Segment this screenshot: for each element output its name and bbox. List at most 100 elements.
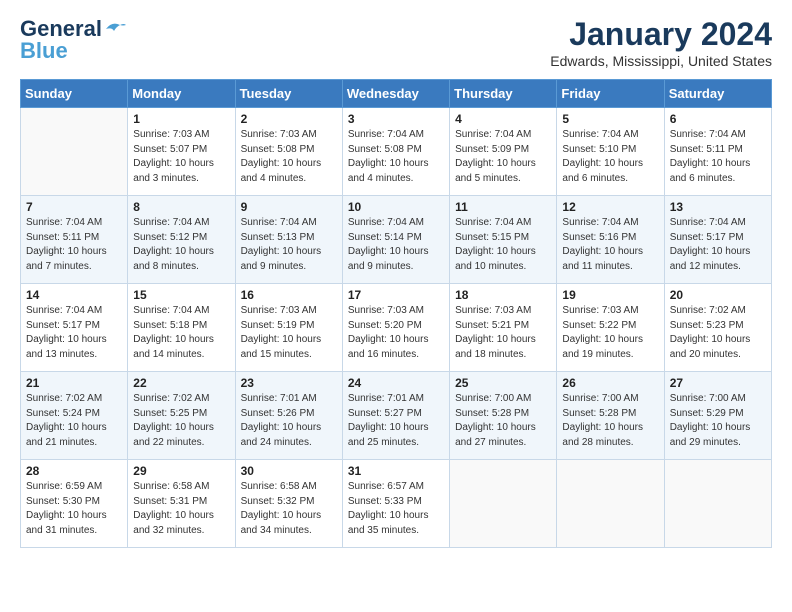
logo: General Blue [20, 16, 126, 64]
calendar-cell: 31 Sunrise: 6:57 AM Sunset: 5:33 PM Dayli… [342, 460, 449, 548]
day-number: 6 [670, 112, 766, 126]
day-info: Sunrise: 7:00 AM Sunset: 5:28 PM Dayligh… [455, 392, 551, 450]
bird-icon [104, 21, 126, 37]
logo-blue: Blue [20, 38, 68, 64]
day-info: Sunrise: 6:58 AM Sunset: 5:31 PM Dayligh… [133, 480, 229, 538]
day-info: Sunrise: 7:01 AM Sunset: 5:26 PM Dayligh… [241, 392, 337, 450]
page-header: General Blue January 2024 Edwards, Missi… [20, 16, 772, 69]
day-header-wednesday: Wednesday [342, 80, 449, 108]
week-row-3: 14 Sunrise: 7:04 AM Sunset: 5:17 PM Dayli… [21, 284, 772, 372]
calendar-cell: 8 Sunrise: 7:04 AM Sunset: 5:12 PM Daylig… [128, 196, 235, 284]
day-number: 14 [26, 288, 122, 302]
calendar-cell: 11 Sunrise: 7:04 AM Sunset: 5:15 PM Dayli… [450, 196, 557, 284]
calendar-cell: 23 Sunrise: 7:01 AM Sunset: 5:26 PM Dayli… [235, 372, 342, 460]
calendar-cell: 5 Sunrise: 7:04 AM Sunset: 5:10 PM Daylig… [557, 108, 664, 196]
day-info: Sunrise: 7:04 AM Sunset: 5:11 PM Dayligh… [26, 216, 122, 274]
calendar-cell: 27 Sunrise: 7:00 AM Sunset: 5:29 PM Dayli… [664, 372, 771, 460]
day-info: Sunrise: 7:04 AM Sunset: 5:13 PM Dayligh… [241, 216, 337, 274]
day-info: Sunrise: 7:02 AM Sunset: 5:23 PM Dayligh… [670, 304, 766, 362]
week-row-4: 21Sunrise: 7:02 AM Sunset: 5:24 PM Dayli… [21, 372, 772, 460]
calendar-title-area: January 2024 Edwards, Mississippi, Unite… [550, 16, 772, 69]
day-number: 16 [241, 288, 337, 302]
calendar-cell: 12Sunrise: 7:04 AM Sunset: 5:16 PM Dayli… [557, 196, 664, 284]
calendar-cell: 1Sunrise: 7:03 AM Sunset: 5:07 PM Daylig… [128, 108, 235, 196]
day-info: Sunrise: 7:01 AM Sunset: 5:27 PM Dayligh… [348, 392, 444, 450]
day-number: 11 [455, 200, 551, 214]
day-number: 9 [241, 200, 337, 214]
calendar-cell: 24 Sunrise: 7:01 AM Sunset: 5:27 PM Dayli… [342, 372, 449, 460]
day-info: Sunrise: 7:04 AM Sunset: 5:17 PM Dayligh… [26, 304, 122, 362]
calendar-cell: 16 Sunrise: 7:03 AM Sunset: 5:19 PM Dayli… [235, 284, 342, 372]
calendar-cell: 21Sunrise: 7:02 AM Sunset: 5:24 PM Dayli… [21, 372, 128, 460]
day-number: 27 [670, 376, 766, 390]
day-info: Sunrise: 7:04 AM Sunset: 5:08 PM Dayligh… [348, 128, 444, 186]
day-number: 25 [455, 376, 551, 390]
day-number: 1 [133, 112, 229, 126]
day-number: 5 [562, 112, 658, 126]
calendar-cell: 6Sunrise: 7:04 AM Sunset: 5:11 PM Daylig… [664, 108, 771, 196]
day-header-sunday: Sunday [21, 80, 128, 108]
calendar-cell [21, 108, 128, 196]
day-number: 20 [670, 288, 766, 302]
day-number: 22 [133, 376, 229, 390]
day-info: Sunrise: 7:03 AM Sunset: 5:20 PM Dayligh… [348, 304, 444, 362]
location: Edwards, Mississippi, United States [550, 53, 772, 69]
day-number: 13 [670, 200, 766, 214]
calendar-cell: 20 Sunrise: 7:02 AM Sunset: 5:23 PM Dayli… [664, 284, 771, 372]
day-header-friday: Friday [557, 80, 664, 108]
day-info: Sunrise: 7:04 AM Sunset: 5:15 PM Dayligh… [455, 216, 551, 274]
day-number: 29 [133, 464, 229, 478]
calendar-cell: 3Sunrise: 7:04 AM Sunset: 5:08 PM Daylig… [342, 108, 449, 196]
day-number: 2 [241, 112, 337, 126]
calendar-cell: 25 Sunrise: 7:00 AM Sunset: 5:28 PM Dayli… [450, 372, 557, 460]
calendar-cell: 30Sunrise: 6:58 AM Sunset: 5:32 PM Dayli… [235, 460, 342, 548]
header-row: SundayMondayTuesdayWednesdayThursdayFrid… [21, 80, 772, 108]
calendar-cell: 17 Sunrise: 7:03 AM Sunset: 5:20 PM Dayli… [342, 284, 449, 372]
day-info: Sunrise: 7:00 AM Sunset: 5:28 PM Dayligh… [562, 392, 658, 450]
calendar-cell [664, 460, 771, 548]
calendar-cell: 13 Sunrise: 7:04 AM Sunset: 5:17 PM Dayli… [664, 196, 771, 284]
day-info: Sunrise: 7:04 AM Sunset: 5:12 PM Dayligh… [133, 216, 229, 274]
day-number: 7 [26, 200, 122, 214]
day-number: 15 [133, 288, 229, 302]
day-info: Sunrise: 7:04 AM Sunset: 5:18 PM Dayligh… [133, 304, 229, 362]
calendar-cell: 18Sunrise: 7:03 AM Sunset: 5:21 PM Dayli… [450, 284, 557, 372]
week-row-2: 7 Sunrise: 7:04 AM Sunset: 5:11 PM Daylig… [21, 196, 772, 284]
day-info: Sunrise: 7:00 AM Sunset: 5:29 PM Dayligh… [670, 392, 766, 450]
calendar-table: SundayMondayTuesdayWednesdayThursdayFrid… [20, 79, 772, 548]
day-header-tuesday: Tuesday [235, 80, 342, 108]
calendar-cell: 10 Sunrise: 7:04 AM Sunset: 5:14 PM Dayli… [342, 196, 449, 284]
day-number: 23 [241, 376, 337, 390]
day-info: Sunrise: 7:04 AM Sunset: 5:10 PM Dayligh… [562, 128, 658, 186]
day-info: Sunrise: 7:02 AM Sunset: 5:25 PM Dayligh… [133, 392, 229, 450]
day-info: Sunrise: 7:03 AM Sunset: 5:21 PM Dayligh… [455, 304, 551, 362]
day-number: 8 [133, 200, 229, 214]
week-row-1: 1Sunrise: 7:03 AM Sunset: 5:07 PM Daylig… [21, 108, 772, 196]
day-header-thursday: Thursday [450, 80, 557, 108]
day-header-saturday: Saturday [664, 80, 771, 108]
day-number: 17 [348, 288, 444, 302]
day-info: Sunrise: 7:04 AM Sunset: 5:09 PM Dayligh… [455, 128, 551, 186]
week-row-5: 28Sunrise: 6:59 AM Sunset: 5:30 PM Dayli… [21, 460, 772, 548]
day-info: Sunrise: 7:04 AM Sunset: 5:14 PM Dayligh… [348, 216, 444, 274]
day-info: Sunrise: 6:57 AM Sunset: 5:33 PM Dayligh… [348, 480, 444, 538]
day-header-monday: Monday [128, 80, 235, 108]
calendar-cell [557, 460, 664, 548]
day-number: 19 [562, 288, 658, 302]
calendar-cell: 29 Sunrise: 6:58 AM Sunset: 5:31 PM Dayli… [128, 460, 235, 548]
day-info: Sunrise: 7:03 AM Sunset: 5:19 PM Dayligh… [241, 304, 337, 362]
month-title: January 2024 [550, 16, 772, 53]
calendar-cell: 7 Sunrise: 7:04 AM Sunset: 5:11 PM Daylig… [21, 196, 128, 284]
day-info: Sunrise: 7:04 AM Sunset: 5:17 PM Dayligh… [670, 216, 766, 274]
calendar-cell [450, 460, 557, 548]
day-info: Sunrise: 7:03 AM Sunset: 5:08 PM Dayligh… [241, 128, 337, 186]
day-number: 21 [26, 376, 122, 390]
day-number: 24 [348, 376, 444, 390]
day-number: 4 [455, 112, 551, 126]
calendar-cell: 15 Sunrise: 7:04 AM Sunset: 5:18 PM Dayli… [128, 284, 235, 372]
calendar-cell: 9 Sunrise: 7:04 AM Sunset: 5:13 PM Daylig… [235, 196, 342, 284]
calendar-cell: 14 Sunrise: 7:04 AM Sunset: 5:17 PM Dayli… [21, 284, 128, 372]
day-number: 10 [348, 200, 444, 214]
day-number: 12 [562, 200, 658, 214]
day-number: 31 [348, 464, 444, 478]
